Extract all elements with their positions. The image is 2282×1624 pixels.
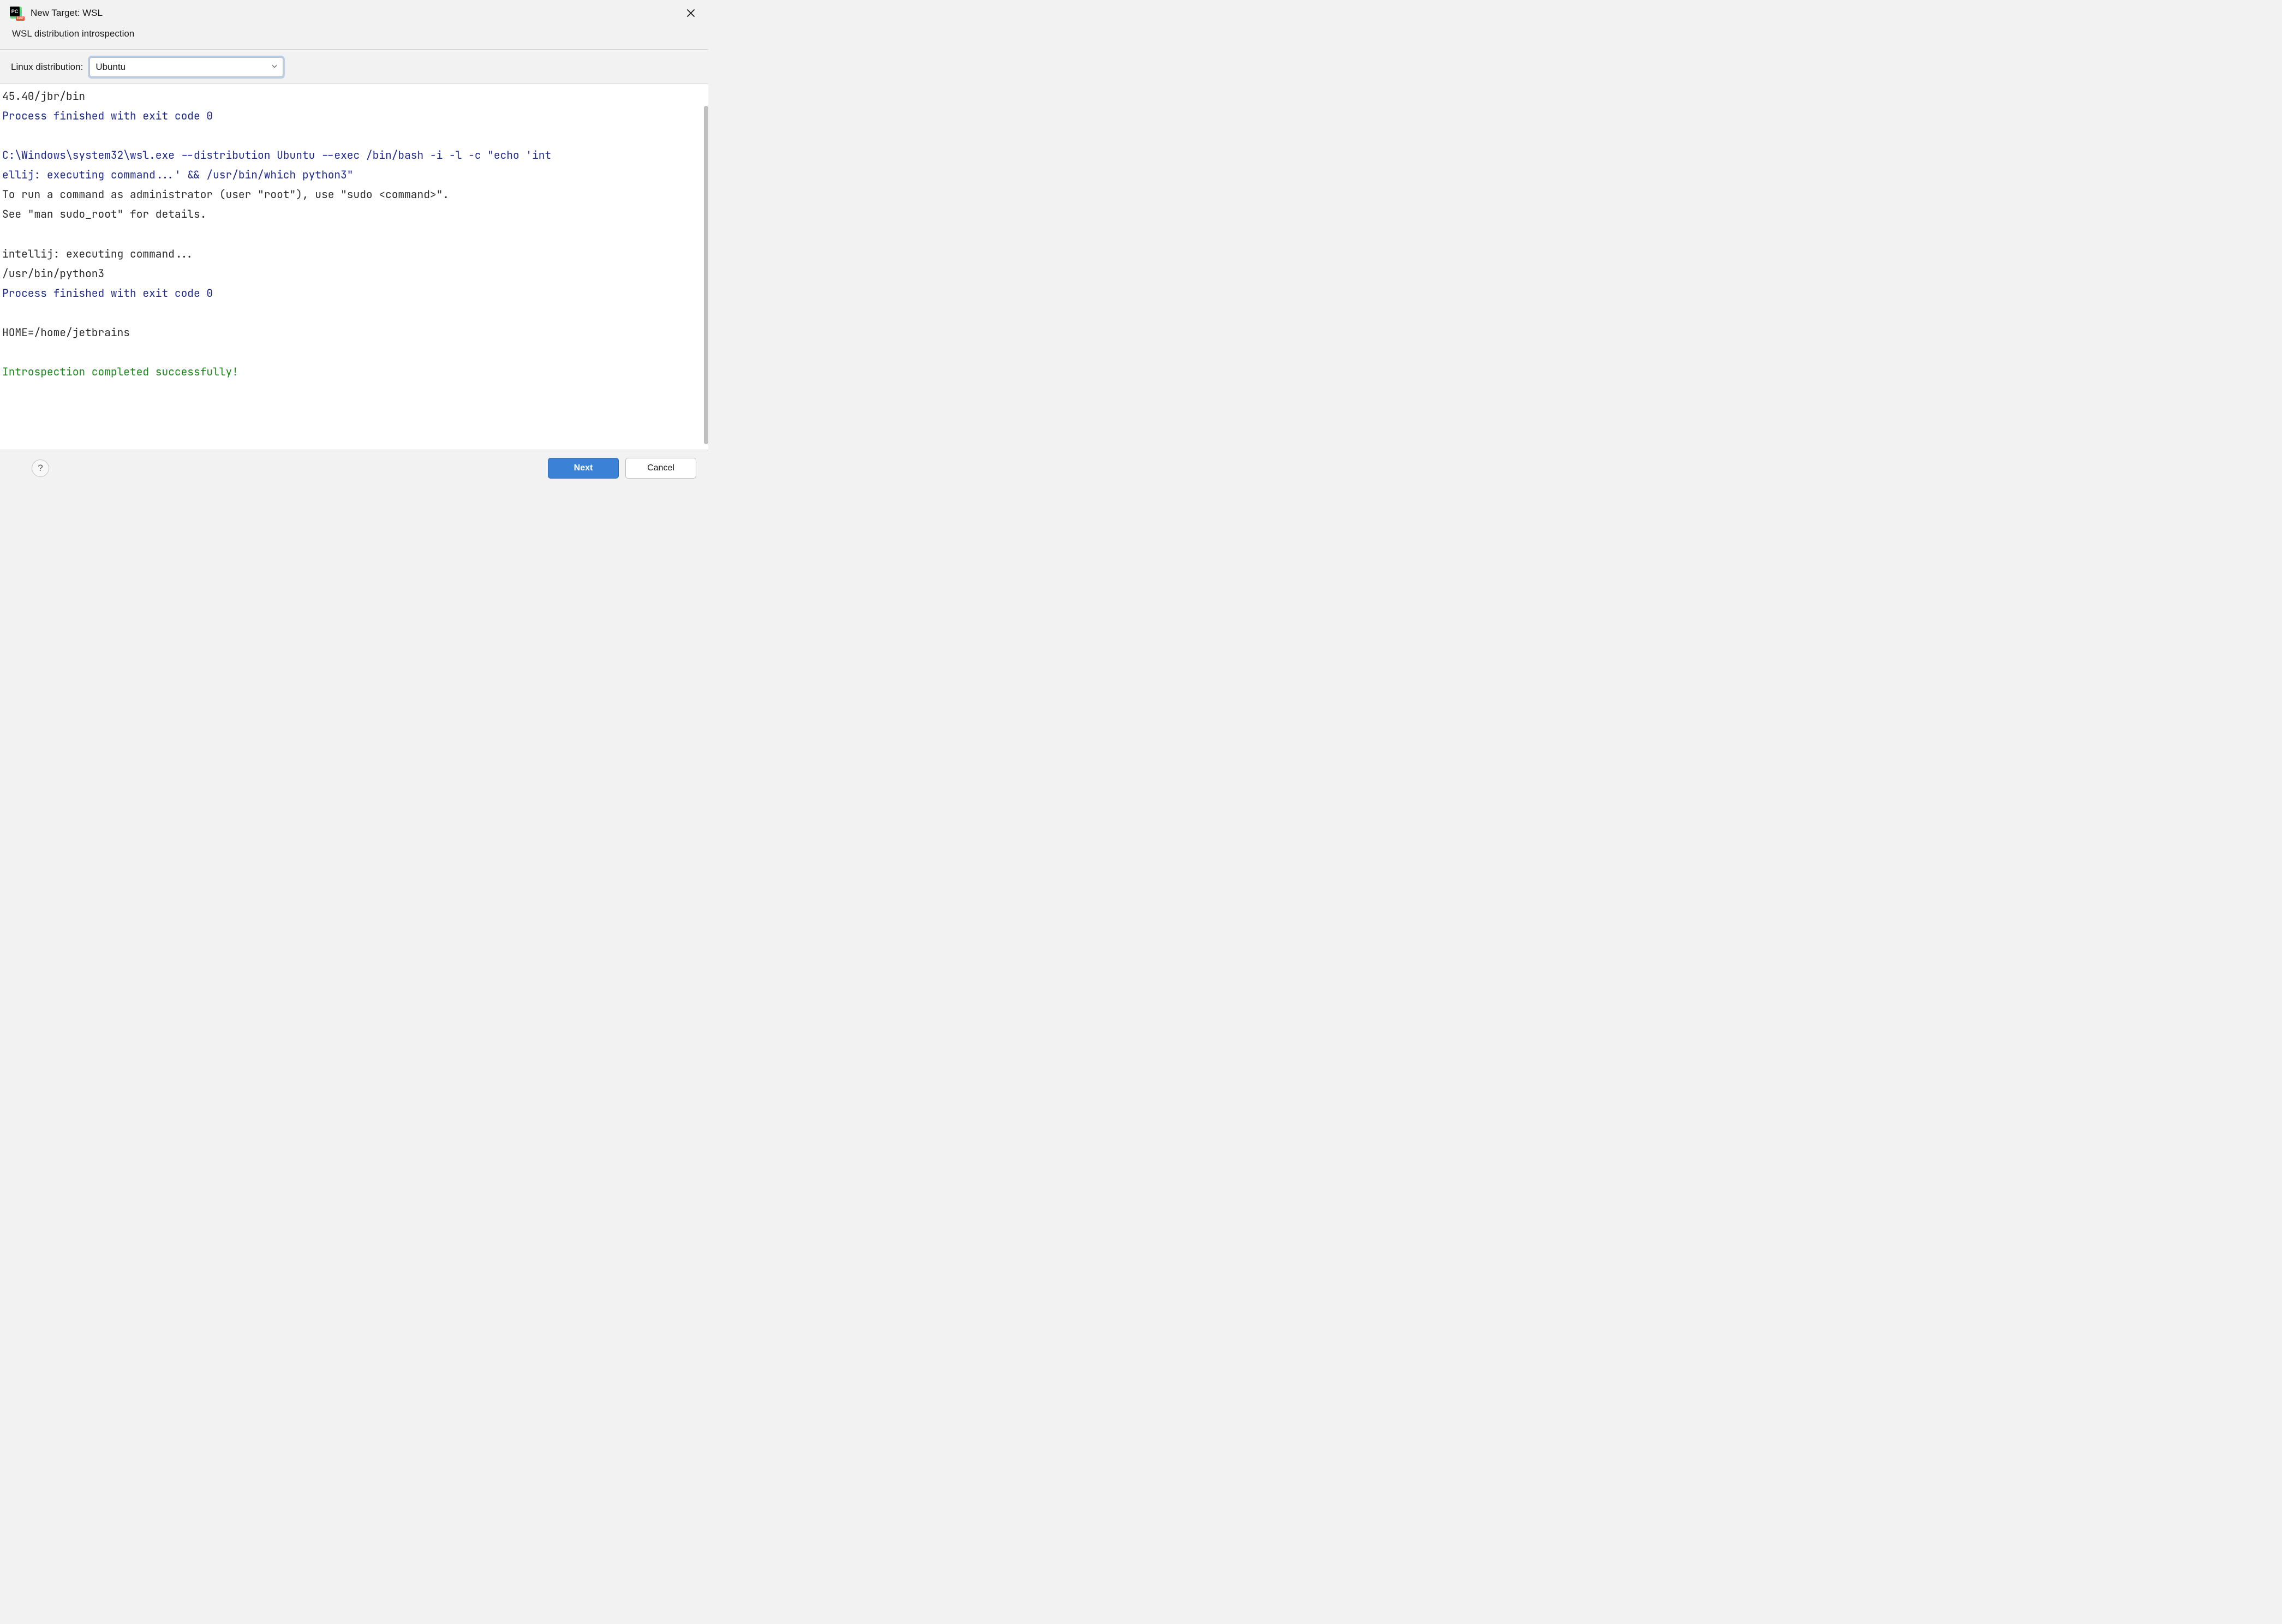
console-line: /usr/bin/python3	[2, 266, 104, 280]
linux-distribution-label: Linux distribution:	[11, 62, 83, 73]
console-line: Process finished with exit code 0	[2, 109, 213, 123]
console-line: ellij: executing command...' && /usr/bin…	[2, 168, 354, 182]
console-line: intellij: executing command...	[2, 247, 194, 261]
window-title: New Target: WSL	[31, 8, 676, 19]
scrollbar[interactable]	[704, 106, 708, 444]
console-line: 45.40/jbr/bin	[2, 89, 85, 103]
console-line: C:\Windows\system32\wsl.exe --distributi…	[2, 148, 551, 162]
linux-distribution-value: Ubuntu	[95, 62, 126, 73]
console-line: See "man sudo_root" for details.	[2, 207, 206, 221]
console-line: Process finished with exit code 0	[2, 286, 213, 300]
help-icon: ?	[38, 463, 43, 474]
console-line: To run a command as administrator (user …	[2, 187, 449, 201]
help-button[interactable]: ?	[32, 459, 49, 477]
title-bar: PC EAP New Target: WSL	[0, 0, 708, 25]
close-icon[interactable]	[683, 5, 698, 21]
page-subtitle: WSL distribution introspection	[0, 25, 708, 49]
next-button[interactable]: Next	[548, 458, 619, 479]
console-line: HOME=/home/jetbrains	[2, 325, 130, 339]
cancel-button[interactable]: Cancel	[625, 458, 696, 479]
linux-distribution-select[interactable]: Ubuntu	[89, 57, 283, 77]
dialog-footer: ? Next Cancel	[0, 450, 708, 488]
console-success-line: Introspection completed successfully!	[2, 365, 238, 379]
pycharm-eap-icon: PC EAP	[10, 7, 23, 20]
distro-row: Linux distribution: Ubuntu	[0, 50, 708, 83]
console-output[interactable]: 45.40/jbr/bin Process finished with exit…	[0, 83, 708, 450]
